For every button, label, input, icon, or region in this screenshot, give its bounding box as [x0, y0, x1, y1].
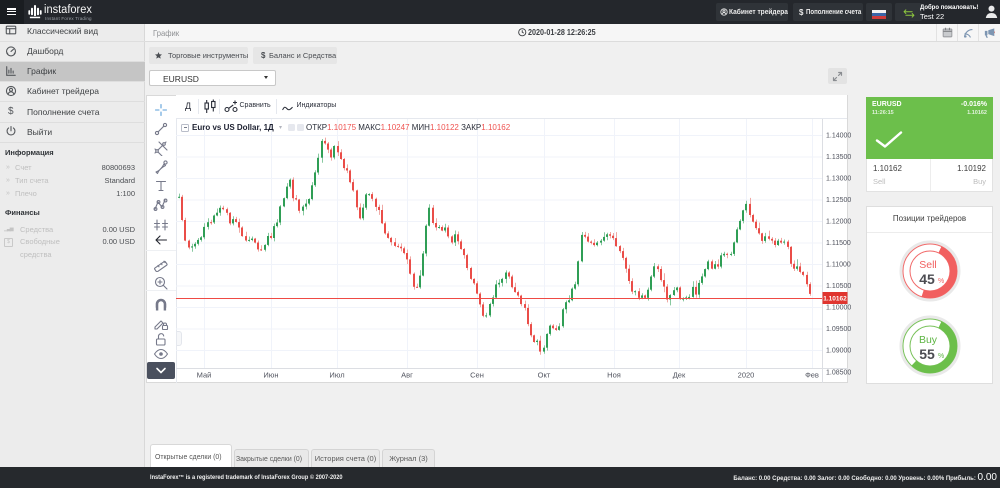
- svg-text:Окт: Окт: [538, 371, 551, 380]
- svg-text:1.13000: 1.13000: [826, 176, 851, 183]
- svg-text:Фев: Фев: [805, 371, 819, 380]
- svg-text:1.09000: 1.09000: [826, 348, 851, 355]
- svg-text:%: %: [938, 353, 944, 360]
- svg-text:2020: 2020: [738, 371, 755, 380]
- svg-text:Июн: Июн: [263, 371, 278, 380]
- svg-text:45: 45: [919, 271, 935, 287]
- svg-text:1.10500: 1.10500: [826, 283, 851, 290]
- svg-text:1.14000: 1.14000: [826, 133, 851, 140]
- svg-text:1.11500: 1.11500: [826, 240, 851, 247]
- svg-text:Дек: Дек: [673, 371, 686, 380]
- svg-text:Июл: Июл: [329, 371, 344, 380]
- svg-text:1.09500: 1.09500: [826, 326, 851, 333]
- svg-text:1.13500: 1.13500: [826, 154, 851, 161]
- svg-text:1.08500: 1.08500: [826, 370, 851, 377]
- svg-text:1.12500: 1.12500: [826, 197, 851, 204]
- svg-text:Авг: Авг: [401, 371, 413, 380]
- svg-text:55: 55: [919, 346, 935, 362]
- svg-text:Buy: Buy: [919, 334, 938, 346]
- svg-text:1.10162: 1.10162: [823, 296, 847, 303]
- svg-text:%: %: [938, 278, 944, 285]
- svg-text:1.11000: 1.11000: [826, 262, 851, 269]
- svg-text:Ноя: Ноя: [607, 371, 621, 380]
- svg-text:Sell: Sell: [919, 259, 937, 271]
- svg-text:Сен: Сен: [470, 371, 484, 380]
- svg-text:1.10000: 1.10000: [826, 305, 851, 312]
- svg-text:Май: Май: [197, 371, 212, 380]
- svg-text:1.12000: 1.12000: [826, 219, 851, 226]
